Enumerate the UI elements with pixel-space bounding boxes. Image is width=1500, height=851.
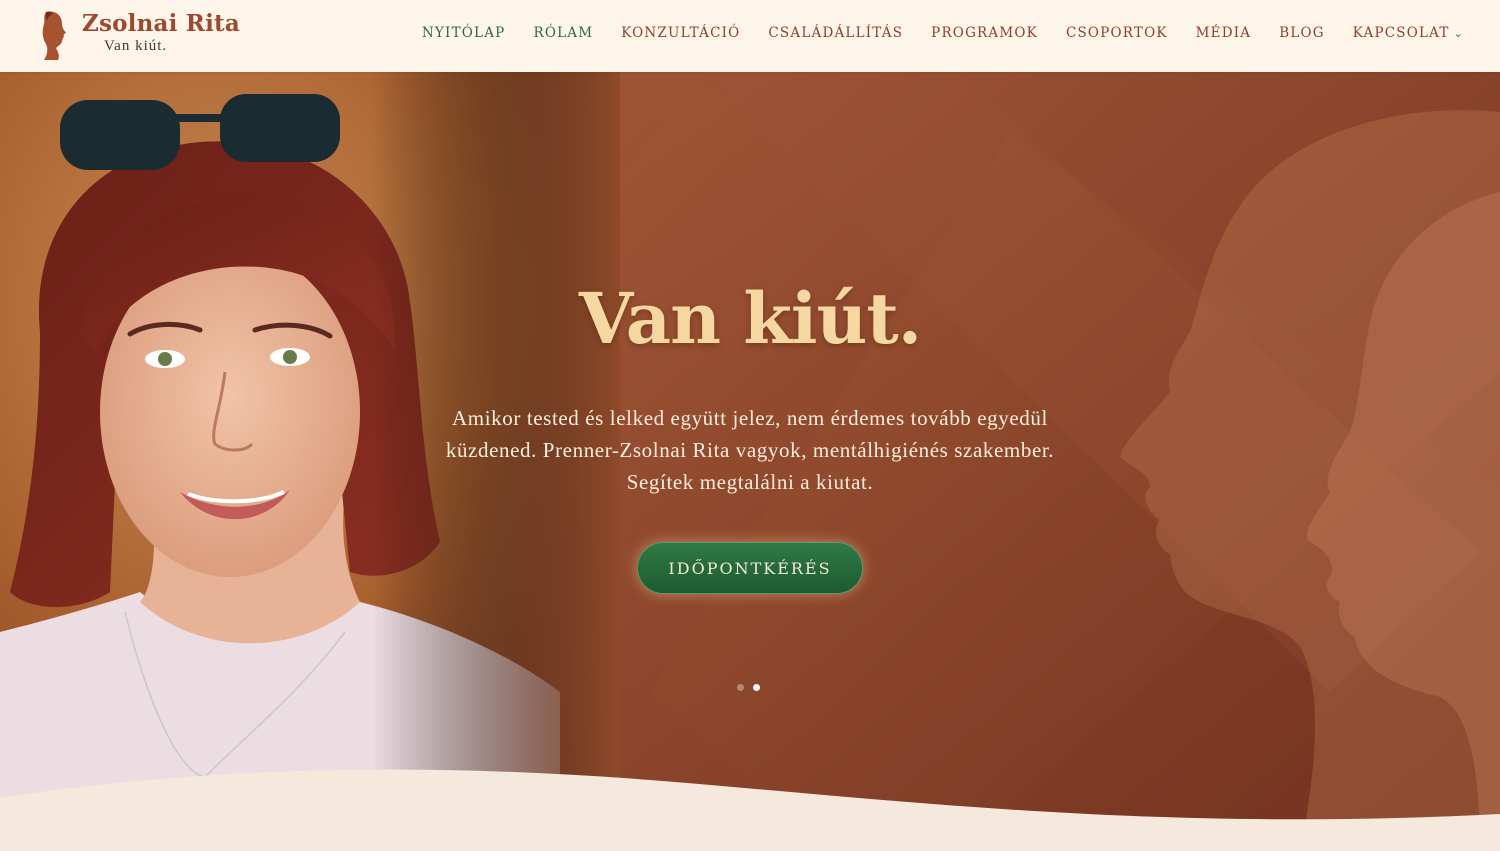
- slider-dot-1[interactable]: [737, 684, 744, 691]
- nav-item-blog[interactable]: BLOG: [1279, 25, 1325, 41]
- nav-item-konzultacio[interactable]: KONZULTÁCIÓ: [621, 25, 740, 41]
- chevron-down-icon: ⌄: [1453, 27, 1464, 40]
- nav-item-kapcsolat-label: KAPCSOLAT: [1352, 25, 1450, 41]
- site-header: Zsolnai Rita Van kiút. NYITÓLAP RÓLAM KO…: [0, 0, 1500, 72]
- nav-item-media[interactable]: MÉDIA: [1196, 25, 1252, 41]
- hero-title: Van kiút.: [578, 277, 922, 360]
- nav-item-csaladallitas[interactable]: CSALÁDÁLLÍTÁS: [768, 25, 903, 41]
- brand-tagline: Van kiút.: [104, 38, 168, 54]
- nav-item-csoportok[interactable]: CSOPORTOK: [1066, 25, 1168, 41]
- logo[interactable]: Zsolnai Rita Van kiút.: [40, 10, 240, 62]
- nav-item-programok[interactable]: PROGRAMOK: [931, 25, 1038, 41]
- brand-title: Zsolnai Rita: [82, 10, 240, 37]
- nav-item-kapcsolat[interactable]: KAPCSOLAT ⌄: [1353, 25, 1464, 41]
- slider-pagination: [737, 684, 760, 691]
- hero-description: Amikor tested és lelked együtt jelez, ne…: [445, 406, 1055, 494]
- nav-item-nyitolap[interactable]: NYITÓLAP: [422, 25, 506, 41]
- appointment-button[interactable]: IDŐPONTKÉRÉS: [637, 542, 863, 594]
- nav-item-rolam[interactable]: RÓLAM: [533, 25, 593, 41]
- hero-bottom-wave: [0, 769, 1500, 851]
- profile-silhouette-icon: [42, 11, 66, 60]
- hero-slider: Van kiút. Amikor tested és lelked együtt…: [0, 72, 1500, 851]
- main-nav: NYITÓLAP RÓLAM KONZULTÁCIÓ CSALÁDÁLLÍTÁS…: [394, 25, 1464, 41]
- slider-dot-2[interactable]: [753, 684, 760, 691]
